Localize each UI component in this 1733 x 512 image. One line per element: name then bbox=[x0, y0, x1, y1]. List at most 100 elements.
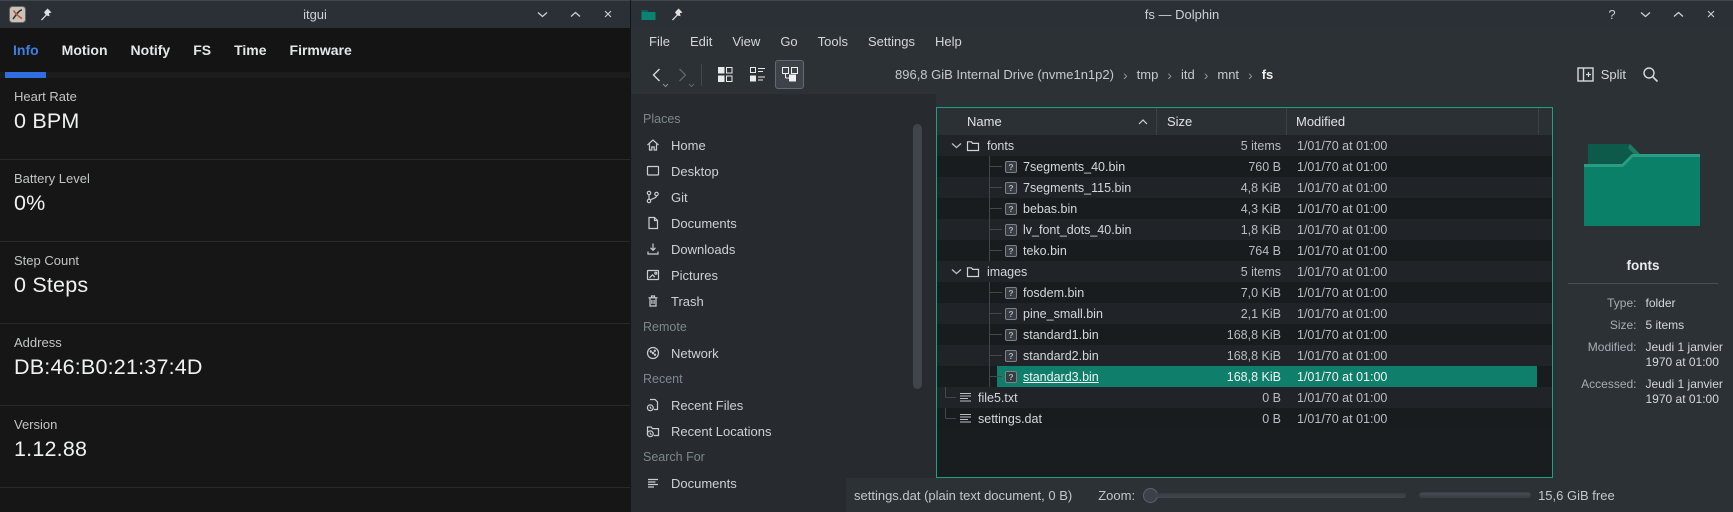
sidebar-item-trash[interactable]: Trash bbox=[631, 288, 846, 314]
expander-chevron-icon[interactable] bbox=[951, 268, 962, 275]
file-row-standard1.bin[interactable]: ?standard1.bin168,8 KiB1/01/70 at 01:00 bbox=[937, 324, 1552, 345]
file-name-cell[interactable]: ?fosdem.bin bbox=[937, 282, 1157, 303]
back-button[interactable] bbox=[643, 62, 669, 88]
file-name-cell[interactable]: file5.txt bbox=[937, 387, 1157, 408]
file-row-7segments_115.bin[interactable]: ?7segments_115.bin4,8 KiB1/01/70 at 01:0… bbox=[937, 177, 1552, 198]
file-row-standard2.bin[interactable]: ?standard2.bin168,8 KiB1/01/70 at 01:00 bbox=[937, 345, 1552, 366]
section-label: Version bbox=[14, 417, 616, 432]
file-row-standard3.bin[interactable]: ?standard3.bin168,8 KiB1/01/70 at 01:00 bbox=[937, 366, 1552, 387]
file-name-cell[interactable]: ?7segments_40.bin bbox=[937, 156, 1157, 177]
file-row-settings.dat[interactable]: settings.dat0 B1/01/70 at 01:00 bbox=[937, 408, 1552, 429]
file-modified: 1/01/70 at 01:00 bbox=[1287, 223, 1539, 237]
dolphin-titlebar[interactable]: fs — Dolphin ?× bbox=[631, 0, 1733, 28]
file-row-fonts[interactable]: fonts5 items1/01/70 at 01:00 bbox=[937, 135, 1552, 156]
menu-tools[interactable]: Tools bbox=[808, 34, 858, 49]
breadcrumb-separator-icon: › bbox=[1204, 67, 1209, 83]
pin-icon[interactable] bbox=[669, 7, 684, 22]
file-name-cell[interactable]: images bbox=[937, 261, 1157, 282]
scrollbar[interactable] bbox=[913, 124, 922, 389]
file-name-cell[interactable]: ?standard3.bin bbox=[937, 366, 1157, 387]
file-row-teko.bin[interactable]: ?teko.bin764 B1/01/70 at 01:00 bbox=[937, 240, 1552, 261]
help-button[interactable]: ? bbox=[1604, 7, 1620, 23]
column-header-name[interactable]: Name bbox=[937, 108, 1157, 135]
compact-view-button[interactable] bbox=[743, 60, 772, 89]
split-button[interactable]: Split bbox=[1577, 67, 1626, 82]
sidebar-item-git[interactable]: Git bbox=[631, 184, 846, 210]
file-row-bebas.bin[interactable]: ?bebas.bin4,3 KiB1/01/70 at 01:00 bbox=[937, 198, 1552, 219]
file-name-cell[interactable]: ?bebas.bin bbox=[937, 198, 1157, 219]
breadcrumb-segment[interactable]: itd bbox=[1181, 67, 1195, 82]
file-row-7segments_40.bin[interactable]: ?7segments_40.bin760 B1/01/70 at 01:00 bbox=[937, 156, 1552, 177]
maximize-button[interactable] bbox=[567, 7, 583, 23]
breadcrumb-segment[interactable]: 896,8 GiB Internal Drive (nvme1n1p2) bbox=[895, 67, 1114, 82]
close-button[interactable]: × bbox=[600, 7, 616, 23]
sidebar-item-label: Desktop bbox=[671, 164, 719, 179]
folder-icon bbox=[965, 264, 981, 280]
section-value: 0% bbox=[14, 191, 616, 216]
free-space-label: 15,6 GiB free bbox=[1538, 488, 1615, 503]
menu-edit[interactable]: Edit bbox=[680, 34, 722, 49]
file-row-pine_small.bin[interactable]: ?pine_small.bin2,1 KiB1/01/70 at 01:00 bbox=[937, 303, 1552, 324]
file-row-images[interactable]: images5 items1/01/70 at 01:00 bbox=[937, 261, 1552, 282]
tab-motion[interactable]: Motion bbox=[62, 42, 108, 58]
tab-time[interactable]: Time bbox=[234, 42, 266, 58]
expander-chevron-icon[interactable] bbox=[951, 142, 962, 149]
file-name-cell[interactable]: ?pine_small.bin bbox=[937, 303, 1157, 324]
file-name: bebas.bin bbox=[1023, 202, 1077, 216]
file-name-cell[interactable]: ?lv_font_dots_40.bin bbox=[937, 219, 1157, 240]
home-icon bbox=[645, 137, 661, 153]
column-header-modified[interactable]: Modified bbox=[1287, 108, 1539, 135]
itgui-titlebar[interactable]: itgui × bbox=[0, 0, 630, 28]
search-icon[interactable] bbox=[1642, 66, 1659, 83]
file-name-cell[interactable]: ?standard1.bin bbox=[937, 324, 1157, 345]
file-name-cell[interactable]: ?7segments_115.bin bbox=[937, 177, 1157, 198]
sidebar-item-downloads[interactable]: Downloads bbox=[631, 236, 846, 262]
zoom-slider[interactable] bbox=[1156, 493, 1406, 498]
sidebar-item-recent-locations[interactable]: Recent Locations bbox=[631, 418, 846, 444]
itgui-window: itgui × InfoMotionNotifyFSTimeFirmware H… bbox=[0, 0, 630, 512]
maximize-button[interactable] bbox=[1670, 7, 1686, 23]
sidebar-item-documents[interactable]: Documents bbox=[631, 470, 846, 496]
sidebar-item-label: Trash bbox=[671, 294, 704, 309]
column-header-size[interactable]: Size bbox=[1157, 108, 1287, 135]
binary-file-icon: ? bbox=[1005, 350, 1017, 362]
file-name-cell[interactable]: ?teko.bin bbox=[937, 240, 1157, 261]
sidebar-item-desktop[interactable]: Desktop bbox=[631, 158, 846, 184]
file-name: fosdem.bin bbox=[1023, 286, 1084, 300]
minimize-button[interactable] bbox=[1637, 7, 1653, 23]
file-row-file5.txt[interactable]: file5.txt0 B1/01/70 at 01:00 bbox=[937, 387, 1552, 408]
breadcrumb-current[interactable]: fs bbox=[1262, 67, 1274, 82]
tab-fs[interactable]: FS bbox=[193, 42, 211, 58]
forward-button[interactable] bbox=[669, 62, 695, 88]
sidebar-item-label: Recent Locations bbox=[671, 424, 771, 439]
breadcrumb-segment[interactable]: tmp bbox=[1137, 67, 1159, 82]
minimize-button[interactable] bbox=[534, 7, 550, 23]
file-name-cell[interactable]: settings.dat bbox=[937, 408, 1157, 429]
file-row-lv_font_dots_40.bin[interactable]: ?lv_font_dots_40.bin1,8 KiB1/01/70 at 01… bbox=[937, 219, 1552, 240]
sidebar-item-home[interactable]: Home bbox=[631, 132, 846, 158]
menu-view[interactable]: View bbox=[722, 34, 770, 49]
sidebar-item-network[interactable]: Network bbox=[631, 340, 846, 366]
sidebar-item-pictures[interactable]: Pictures bbox=[631, 262, 846, 288]
tab-firmware[interactable]: Firmware bbox=[290, 42, 352, 58]
itgui-tabbar: Info Motion Notify FS Time Firmware bbox=[0, 28, 630, 72]
tab-notify[interactable]: Notify bbox=[131, 42, 171, 58]
breadcrumb-segment[interactable]: mnt bbox=[1217, 67, 1239, 82]
sidebar-item-documents[interactable]: Documents bbox=[631, 210, 846, 236]
menu-go[interactable]: Go bbox=[770, 34, 807, 49]
menu-settings[interactable]: Settings bbox=[858, 34, 925, 49]
dolphin-app-icon bbox=[640, 6, 657, 23]
sidebar-item-label: Pictures bbox=[671, 268, 718, 283]
file-row-fosdem.bin[interactable]: ?fosdem.bin7,0 KiB1/01/70 at 01:00 bbox=[937, 282, 1552, 303]
menu-file[interactable]: File bbox=[639, 34, 680, 49]
file-name-cell[interactable]: fonts bbox=[937, 135, 1157, 156]
details-view-button[interactable] bbox=[775, 60, 804, 89]
menu-help[interactable]: Help bbox=[925, 34, 972, 49]
pin-icon[interactable] bbox=[38, 7, 53, 22]
icons-view-button[interactable] bbox=[711, 60, 740, 89]
sidebar-item-recent-files[interactable]: Recent Files bbox=[631, 392, 846, 418]
tab-info[interactable]: Info bbox=[13, 42, 39, 58]
menubar: FileEditViewGoToolsSettingsHelp bbox=[631, 28, 1733, 55]
close-button[interactable]: × bbox=[1703, 7, 1719, 23]
file-name-cell[interactable]: ?standard2.bin bbox=[937, 345, 1157, 366]
